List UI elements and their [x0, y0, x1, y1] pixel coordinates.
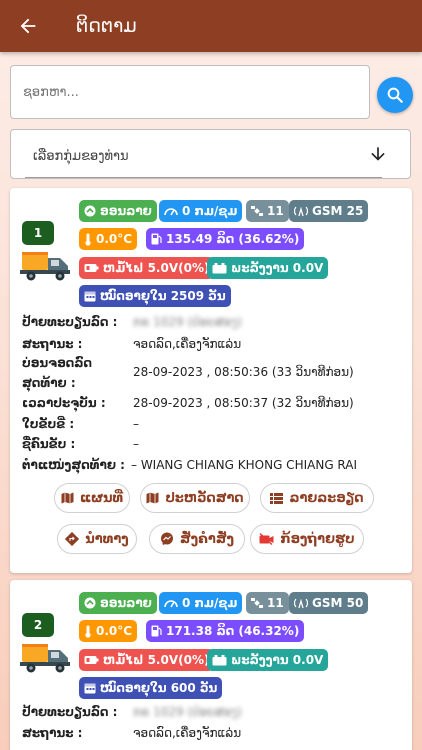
group-select-label: ເລືອກກຸ່ມຂອງທ່ານ — [33, 149, 129, 164]
vehicle-index-badge: 2 — [22, 613, 54, 637]
search-input[interactable] — [23, 84, 369, 100]
vehicle-index-badge: 1 — [22, 221, 54, 245]
temperature-badge: 0.0°C — [79, 228, 138, 250]
truck-icon — [20, 644, 70, 673]
gsm-badge: GSM 25 — [289, 200, 369, 222]
page-title: ຕິດຕາມ — [76, 15, 137, 37]
list-icon — [270, 492, 284, 504]
online-status-badge: ອອນລາຍ — [79, 200, 157, 222]
license-value: – — [133, 417, 139, 431]
thermometer-icon — [84, 233, 92, 246]
back-button[interactable] — [0, 0, 56, 52]
satellite-badge: 11 — [246, 592, 289, 614]
history-map-icon — [146, 492, 159, 504]
history-button[interactable]: ປະຫວັດສາດ — [140, 483, 250, 513]
online-status-badge: ອອນລາຍ — [79, 592, 157, 614]
temperature-badge: 0.0°C — [79, 620, 138, 642]
vehicle-card[interactable]: 1 ອອນລາຍ 0 ກມ/ຊມ 11 GSM 25 0.0°C 135.49 … — [10, 188, 412, 573]
fuel-badge: 171.38 ລິດ (46.32%) — [146, 620, 305, 642]
satellite-icon — [251, 597, 263, 609]
status-value: ຈອດລົດ,ເຄື່ອງຈັກແລ່ນ — [133, 337, 242, 351]
map-icon — [61, 492, 74, 504]
arrow-left-icon — [20, 18, 36, 34]
last-location-value: – WIANG CHIANG KHONG CHIANG RAI — [131, 458, 358, 472]
lifetime-badge: ໝົດອາຍຸໃນ 600 ວັນ — [79, 677, 223, 699]
last-park-value: 28-09-2023 , 08:50:36 (33 ວິນາທີກ່ອນ) — [133, 365, 354, 379]
car-battery-icon — [212, 262, 227, 274]
lifetime-badge: ໝົດອາຍຸໃນ 2509 ວັນ — [79, 285, 231, 307]
satellite-icon — [251, 205, 263, 217]
current-time-value: 28-09-2023 , 08:50:37 (32 ວິນາທີກ່ອນ) — [133, 396, 354, 410]
thermometer-icon — [84, 625, 92, 638]
battery-badge: ຫມໍ້ໄຟ 5.0V(0%) — [79, 257, 215, 279]
fuel-badge: 135.49 ລິດ (36.62%) — [146, 228, 305, 250]
satellite-badge: 11 — [246, 200, 289, 222]
fuel-pump-icon — [151, 233, 162, 245]
online-icon — [84, 597, 96, 609]
select-underline — [25, 177, 382, 178]
signal-antenna-icon — [294, 597, 308, 609]
battery-icon — [84, 263, 99, 273]
calendar-icon — [84, 682, 96, 694]
online-icon — [84, 205, 96, 217]
power-badge: ພະລັງງານ 0.0V — [207, 257, 329, 279]
gsm-badge: GSM 50 — [289, 592, 369, 614]
calendar-icon — [84, 290, 96, 302]
driver-value: – — [133, 437, 139, 451]
fuel-pump-icon — [151, 625, 162, 637]
battery-badge: ຫມໍ້ໄຟ 5.0V(0%) — [79, 649, 215, 671]
details-button[interactable]: ລາຍລະອຽດ — [260, 483, 374, 513]
search-button[interactable] — [377, 77, 413, 113]
command-button[interactable]: ສັ່ງຄຳສັ່ງ — [149, 524, 245, 554]
plate-value: ກຂ 1029 (ປ່ອຍສອງ) — [133, 315, 242, 329]
status-value: ຈອດລົດ,ເຄື່ອງຈັກແລ່ນ — [133, 726, 242, 740]
signal-antenna-icon — [294, 205, 308, 217]
car-battery-icon — [212, 654, 227, 666]
messenger-icon — [160, 532, 174, 546]
navigate-button[interactable]: ນຳທາງ — [57, 524, 137, 554]
truck-icon — [20, 252, 70, 281]
vehicle-card[interactable]: 2 ອອນລາຍ 0 ກມ/ຊມ 11 GSM 50 0.0°C 171.38 … — [10, 580, 412, 750]
plate-value: ກຂ 1029 (ປ່ອຍສອງ) — [133, 705, 242, 719]
speed-badge: 0 ກມ/ຊມ — [159, 200, 243, 222]
search-field[interactable] — [10, 65, 370, 119]
camera-button[interactable]: ກ້ອງຖ່າຍຮູບ — [250, 524, 364, 554]
speedometer-icon — [164, 205, 178, 217]
power-badge: ພະລັງງານ 0.0V — [207, 649, 329, 671]
speedometer-icon — [164, 597, 178, 609]
app-bar: ຕິດຕາມ — [0, 0, 422, 52]
directions-icon — [65, 532, 80, 546]
map-button[interactable]: ແຜນທີ່ — [54, 483, 130, 513]
group-select[interactable]: ເລືອກກຸ່ມຂອງທ່ານ — [10, 129, 411, 179]
video-off-icon — [259, 533, 274, 545]
speed-badge: 0 ກມ/ຊມ — [159, 592, 243, 614]
arrow-down-icon — [371, 147, 385, 161]
search-icon — [387, 87, 403, 103]
battery-icon — [84, 655, 99, 665]
